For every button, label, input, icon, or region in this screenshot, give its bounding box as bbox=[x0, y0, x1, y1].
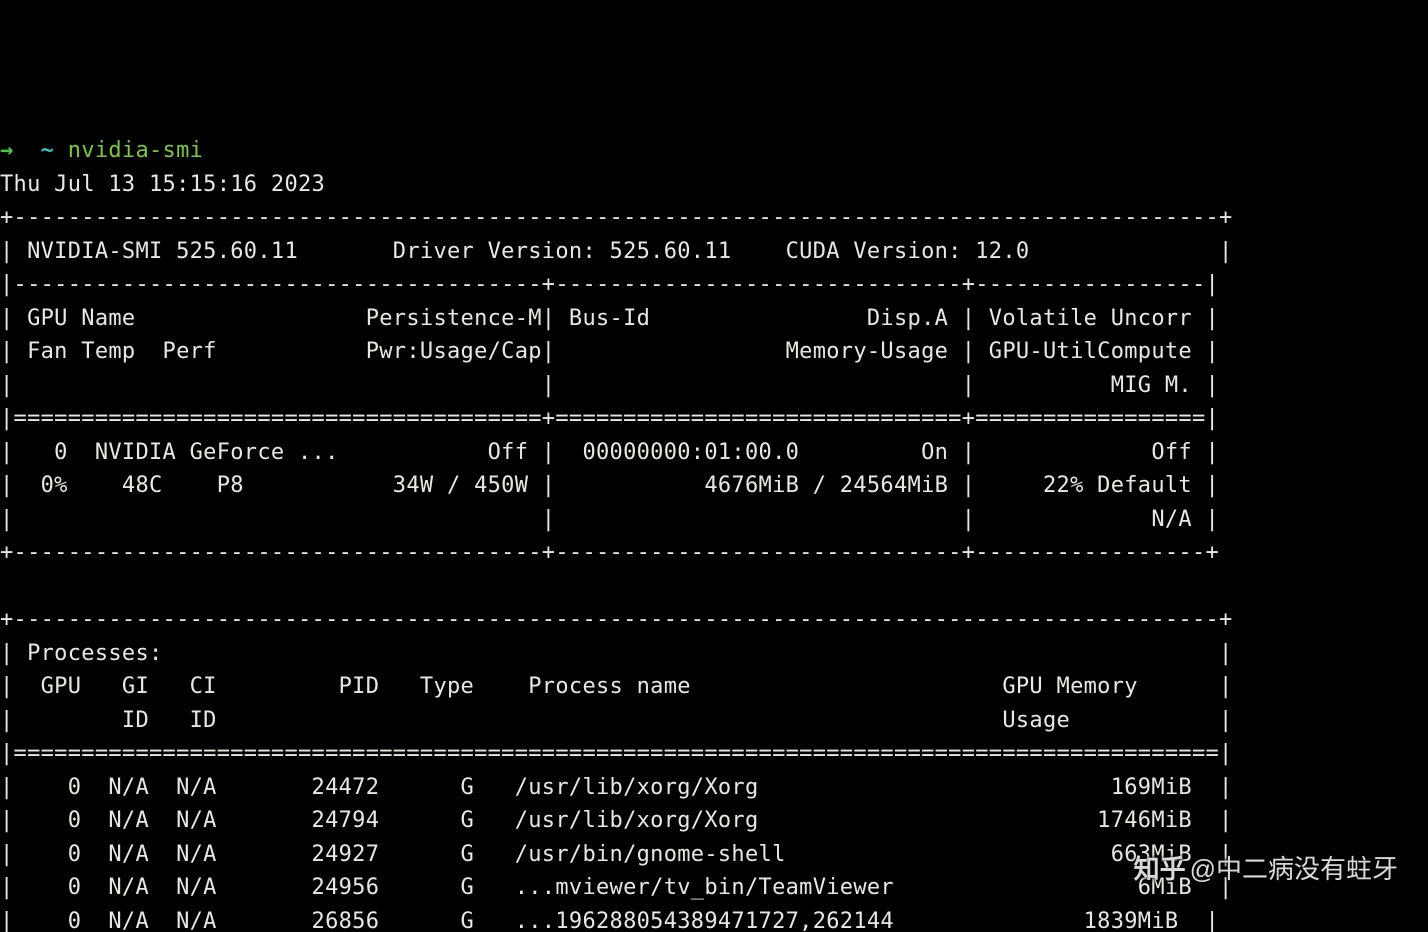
watermark-text: @中二病没有蛀牙 bbox=[1190, 854, 1398, 884]
terminal-output: → ~ nvidia-smi Thu Jul 13 15:15:16 2023 … bbox=[0, 134, 1428, 932]
watermark-logo: 知乎 bbox=[1134, 854, 1186, 884]
watermark: 知乎@中二病没有蛀牙 bbox=[1134, 853, 1398, 887]
